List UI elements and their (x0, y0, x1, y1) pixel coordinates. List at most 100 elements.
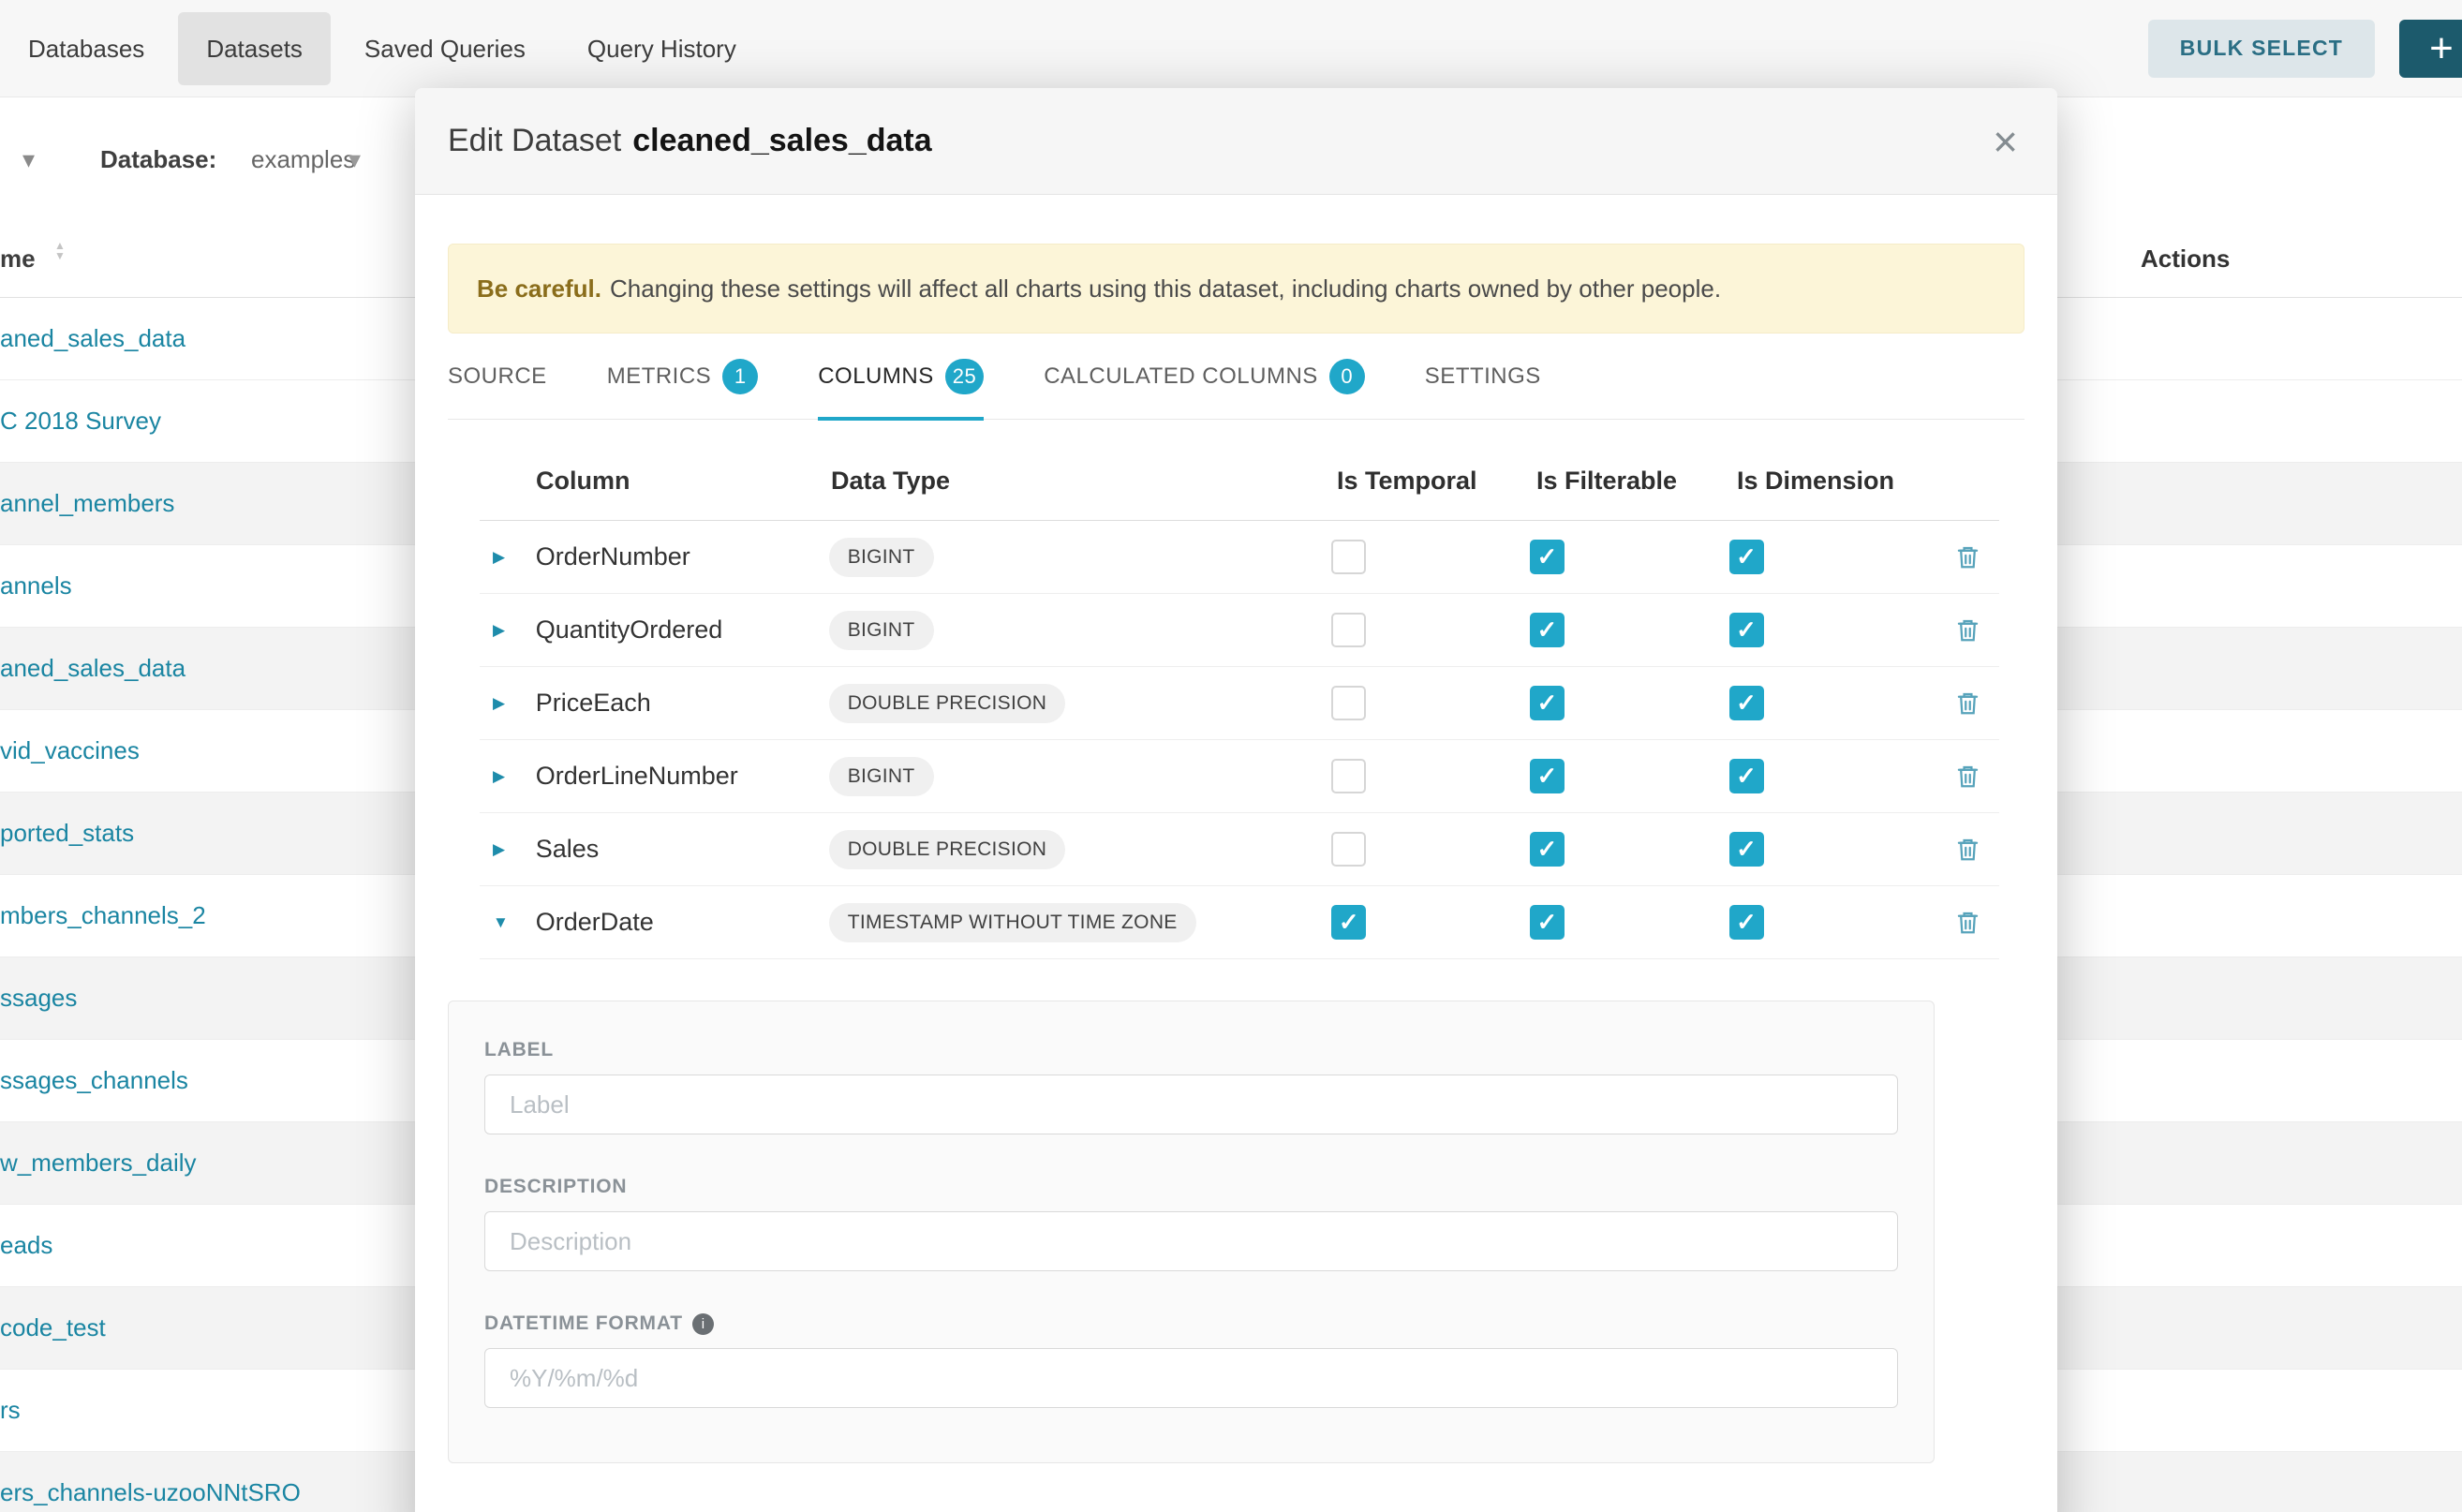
info-icon[interactable]: i (692, 1313, 714, 1335)
is-temporal-checkbox[interactable]: ✓ (1331, 905, 1366, 940)
is-filterable-checkbox[interactable]: ✓ (1530, 686, 1565, 720)
dataset-link[interactable]: annel_members (0, 489, 174, 518)
tab-source[interactable]: SOURCE (448, 334, 547, 420)
warning-banner-text: Changing these settings will affect all … (610, 274, 1721, 304)
edit-dataset-modal: Edit Dataset cleaned_sales_data × Be car… (415, 88, 2057, 1512)
add-dataset-button[interactable]: + (2399, 20, 2462, 78)
column-row-expanded: ▼ OrderDate TIMESTAMP WITHOUT TIME ZONE … (480, 886, 1999, 959)
database-filter-value[interactable]: examples (251, 131, 355, 187)
data-type-header: Data Type (831, 467, 1337, 496)
is-filterable-checkbox[interactable]: ✓ (1530, 832, 1565, 867)
column-row: ▶ OrderLineNumber BIGINT ✓ ✓ (480, 740, 1999, 813)
column-detail-panel: LABEL DESCRIPTION DATETIME FORMAT i (448, 1001, 1935, 1463)
is-temporal-checkbox[interactable] (1331, 540, 1366, 574)
dataset-link[interactable]: aned_sales_data (0, 654, 185, 683)
nav-item-saved-queries[interactable]: Saved Queries (336, 12, 554, 85)
trash-icon[interactable] (1955, 543, 1980, 571)
label-input[interactable] (484, 1075, 1898, 1134)
modal-title-dataset-name: cleaned_sales_data (632, 123, 931, 159)
datetime-format-input[interactable] (484, 1348, 1898, 1408)
tab-columns[interactable]: COLUMNS 25 (818, 334, 984, 420)
is-temporal-checkbox[interactable] (1331, 832, 1366, 867)
columns-count-badge: 25 (945, 359, 984, 394)
database-filter-label: Database: (100, 131, 216, 187)
nav-actions: BULK SELECT + (2148, 20, 2462, 78)
column-name: OrderLineNumber (536, 762, 829, 791)
data-type-pill: DOUBLE PRECISION (829, 830, 1066, 869)
modal-body: Be careful. Changing these settings will… (415, 244, 2057, 1463)
description-field-label: DESCRIPTION (484, 1176, 627, 1198)
label-field-group: LABEL (484, 1039, 1898, 1134)
data-type-pill: BIGINT (829, 757, 934, 796)
dropdown-caret-icon[interactable]: ▾ (22, 131, 35, 187)
column-row: ▶ QuantityOrdered BIGINT ✓ ✓ (480, 594, 1999, 667)
dataset-link[interactable]: ers_channels-uzooNNtSRO (0, 1478, 301, 1507)
trash-icon[interactable] (1955, 836, 1980, 863)
dataset-link[interactable]: rs (0, 1396, 21, 1425)
dataset-link[interactable]: mbers_channels_2 (0, 901, 206, 930)
tab-metrics-label: METRICS (607, 363, 712, 390)
trash-icon[interactable] (1955, 616, 1980, 644)
is-temporal-checkbox[interactable] (1331, 686, 1366, 720)
caret-right-icon[interactable]: ▶ (480, 767, 536, 786)
trash-icon[interactable] (1955, 909, 1980, 936)
is-temporal-checkbox[interactable] (1331, 759, 1366, 793)
sort-down-icon: ▼ (54, 251, 66, 261)
is-temporal-checkbox[interactable] (1331, 613, 1366, 647)
dataset-link[interactable]: aned_sales_data (0, 324, 185, 353)
dataset-link[interactable]: ssages_channels (0, 1066, 188, 1095)
caret-right-icon[interactable]: ▶ (480, 548, 536, 567)
is-filterable-header: Is Filterable (1536, 467, 1737, 496)
trash-icon[interactable] (1955, 689, 1980, 717)
dataset-link[interactable]: C 2018 Survey (0, 407, 161, 436)
data-type-pill: DOUBLE PRECISION (829, 684, 1066, 723)
is-dimension-checkbox[interactable]: ✓ (1729, 832, 1764, 867)
dataset-link[interactable]: ssages (0, 984, 77, 1013)
name-column-header[interactable]: me (0, 220, 36, 298)
warning-banner-title: Be careful. (477, 274, 601, 304)
dataset-link[interactable]: vid_vaccines (0, 736, 140, 765)
is-filterable-checkbox[interactable]: ✓ (1530, 540, 1565, 574)
top-nav: Databases Datasets Saved Queries Query H… (0, 0, 2462, 97)
is-filterable-checkbox[interactable]: ✓ (1530, 613, 1565, 647)
bulk-select-button[interactable]: BULK SELECT (2148, 20, 2375, 78)
modal-title: Edit Dataset (448, 123, 621, 159)
warning-banner: Be careful. Changing these settings will… (448, 244, 2024, 334)
is-dimension-checkbox[interactable]: ✓ (1729, 540, 1764, 574)
modal-header: Edit Dataset cleaned_sales_data × (415, 88, 2057, 195)
dataset-link[interactable]: eads (0, 1231, 52, 1260)
is-dimension-checkbox[interactable]: ✓ (1729, 686, 1764, 720)
is-dimension-checkbox[interactable]: ✓ (1729, 759, 1764, 793)
dataset-link[interactable]: code_test (0, 1313, 106, 1342)
tab-calculated-columns[interactable]: CALCULATED COLUMNS 0 (1044, 334, 1365, 420)
is-temporal-header: Is Temporal (1337, 467, 1536, 496)
is-dimension-header: Is Dimension (1737, 467, 1965, 496)
caret-down-icon[interactable]: ▼ (480, 913, 536, 932)
tab-settings-label: SETTINGS (1425, 363, 1541, 390)
is-dimension-checkbox[interactable]: ✓ (1729, 613, 1764, 647)
database-filter-caret-icon[interactable]: ▾ (349, 131, 361, 187)
caret-right-icon[interactable]: ▶ (480, 840, 536, 859)
columns-table: Column Data Type Is Temporal Is Filterab… (480, 442, 1999, 959)
tab-metrics[interactable]: METRICS 1 (607, 334, 759, 420)
app-root: Databases Datasets Saved Queries Query H… (0, 0, 2462, 1512)
is-filterable-checkbox[interactable]: ✓ (1530, 905, 1565, 940)
column-name: PriceEach (536, 689, 829, 718)
dataset-link[interactable]: annels (0, 571, 72, 600)
data-type-pill: TIMESTAMP WITHOUT TIME ZONE (829, 903, 1196, 942)
tab-settings[interactable]: SETTINGS (1425, 334, 1541, 420)
caret-right-icon[interactable]: ▶ (480, 694, 536, 713)
trash-icon[interactable] (1955, 763, 1980, 790)
dataset-link[interactable]: w_members_daily (0, 1149, 197, 1178)
caret-right-icon[interactable]: ▶ (480, 621, 536, 640)
nav-item-datasets[interactable]: Datasets (178, 12, 331, 85)
column-row: ▶ PriceEach DOUBLE PRECISION ✓ ✓ (480, 667, 1999, 740)
is-dimension-checkbox[interactable]: ✓ (1729, 905, 1764, 940)
sort-icon[interactable]: ▲ ▼ (54, 241, 66, 261)
is-filterable-checkbox[interactable]: ✓ (1530, 759, 1565, 793)
nav-item-databases[interactable]: Databases (0, 12, 172, 85)
dataset-link[interactable]: ported_stats (0, 819, 134, 848)
description-input[interactable] (484, 1211, 1898, 1271)
nav-item-query-history[interactable]: Query History (559, 12, 764, 85)
close-icon[interactable]: × (1993, 120, 2018, 163)
